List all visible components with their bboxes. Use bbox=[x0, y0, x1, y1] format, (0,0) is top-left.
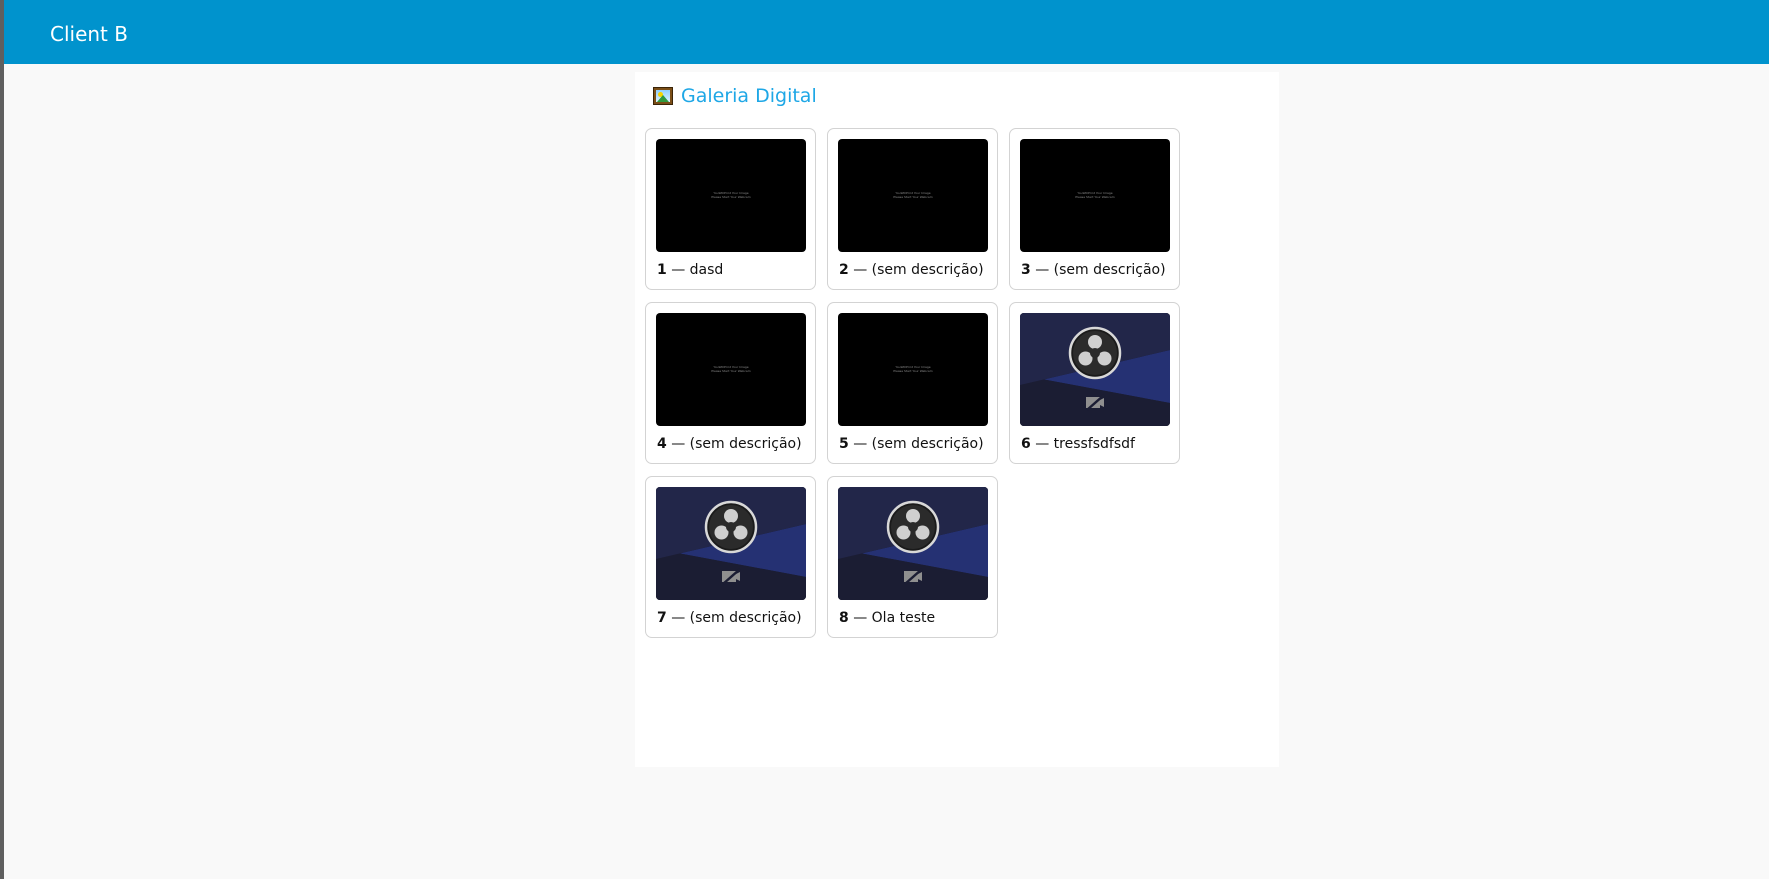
app-title: Client B bbox=[50, 22, 128, 46]
caption-separator: — bbox=[1030, 436, 1054, 452]
gallery-thumbnail[interactable] bbox=[656, 487, 806, 600]
gallery-caption: 4 — (sem descrição) bbox=[657, 435, 813, 453]
item-number: 1 bbox=[657, 262, 667, 278]
caption-separator: — bbox=[666, 610, 690, 626]
gallery-card[interactable]: YouWillPrint Your Image Please Start Your… bbox=[645, 128, 816, 290]
thumbnail-message: YouWillPrint Your Image Please Start Your… bbox=[711, 365, 751, 373]
item-description: tressfsdfsdf bbox=[1053, 436, 1135, 452]
gallery-caption: 2 — (sem descrição) bbox=[839, 261, 995, 279]
caption-separator: — bbox=[848, 610, 872, 626]
item-description: (sem descrição) bbox=[689, 610, 802, 626]
caption-separator: — bbox=[848, 436, 872, 452]
gallery-caption: 6 — tressfsdfsdf bbox=[1021, 435, 1177, 453]
gallery-thumbnail[interactable]: YouWillPrint Your Image Please Start Your… bbox=[1020, 139, 1170, 252]
caption-separator: — bbox=[666, 262, 690, 278]
gallery-caption: 1 — dasd bbox=[657, 261, 813, 279]
title-bar: Client B bbox=[4, 0, 1769, 64]
obs-logo-icon bbox=[1068, 326, 1122, 380]
gallery-thumbnail[interactable]: YouWillPrint Your Image Please Start Your… bbox=[656, 139, 806, 252]
item-number: 4 bbox=[657, 436, 667, 452]
thumbnail-message: YouWillPrint Your Image Please Start Your… bbox=[893, 365, 933, 373]
item-number: 6 bbox=[1021, 436, 1031, 452]
gallery-caption: 7 — (sem descrição) bbox=[657, 609, 813, 627]
gallery-thumbnail[interactable] bbox=[838, 487, 988, 600]
gallery-caption: 5 — (sem descrição) bbox=[839, 435, 995, 453]
obs-logo-icon bbox=[704, 500, 758, 554]
gallery-card[interactable]: YouWillPrint Your Image Please Start Your… bbox=[645, 302, 816, 464]
item-number: 2 bbox=[839, 262, 849, 278]
gallery-header: Galeria Digital bbox=[653, 84, 817, 108]
obs-logo-icon bbox=[886, 500, 940, 554]
gallery-thumbnail[interactable] bbox=[1020, 313, 1170, 426]
gallery-card[interactable]: YouWillPrint Your Image Please Start Your… bbox=[827, 128, 998, 290]
item-description: (sem descrição) bbox=[871, 262, 984, 278]
gallery-thumbnail[interactable]: YouWillPrint Your Image Please Start Your… bbox=[838, 313, 988, 426]
thumbnail-message: YouWillPrint Your Image Please Start Your… bbox=[893, 191, 933, 199]
item-number: 7 bbox=[657, 610, 667, 626]
item-number: 5 bbox=[839, 436, 849, 452]
item-description: (sem descrição) bbox=[871, 436, 984, 452]
item-description: Ola teste bbox=[871, 610, 936, 626]
caption-separator: — bbox=[1030, 262, 1054, 278]
framed-picture-icon bbox=[653, 87, 673, 105]
gallery-card[interactable]: YouWillPrint Your Image Please Start Your… bbox=[827, 302, 998, 464]
gallery-title: Galeria Digital bbox=[681, 85, 817, 107]
item-number: 8 bbox=[839, 610, 849, 626]
gallery-card[interactable]: YouWillPrint Your Image Please Start Your… bbox=[1009, 128, 1180, 290]
caption-separator: — bbox=[848, 262, 872, 278]
gallery-thumbnail[interactable]: YouWillPrint Your Image Please Start Your… bbox=[838, 139, 988, 252]
item-description: (sem descrição) bbox=[689, 436, 802, 452]
item-description: (sem descrição) bbox=[1053, 262, 1166, 278]
gallery-card[interactable]: 6 — tressfsdfsdf bbox=[1009, 302, 1180, 464]
gallery-caption: 8 — Ola teste bbox=[839, 609, 995, 627]
gallery-card[interactable]: 7 — (sem descrição) bbox=[645, 476, 816, 638]
gallery-thumbnail[interactable]: YouWillPrint Your Image Please Start Your… bbox=[656, 313, 806, 426]
gallery-card[interactable]: 8 — Ola teste bbox=[827, 476, 998, 638]
thumbnail-message: YouWillPrint Your Image Please Start Your… bbox=[711, 191, 751, 199]
gallery-caption: 3 — (sem descrição) bbox=[1021, 261, 1177, 279]
caption-separator: — bbox=[666, 436, 690, 452]
item-description: dasd bbox=[689, 262, 724, 278]
thumbnail-message: YouWillPrint Your Image Please Start Your… bbox=[1075, 191, 1115, 199]
item-number: 3 bbox=[1021, 262, 1031, 278]
